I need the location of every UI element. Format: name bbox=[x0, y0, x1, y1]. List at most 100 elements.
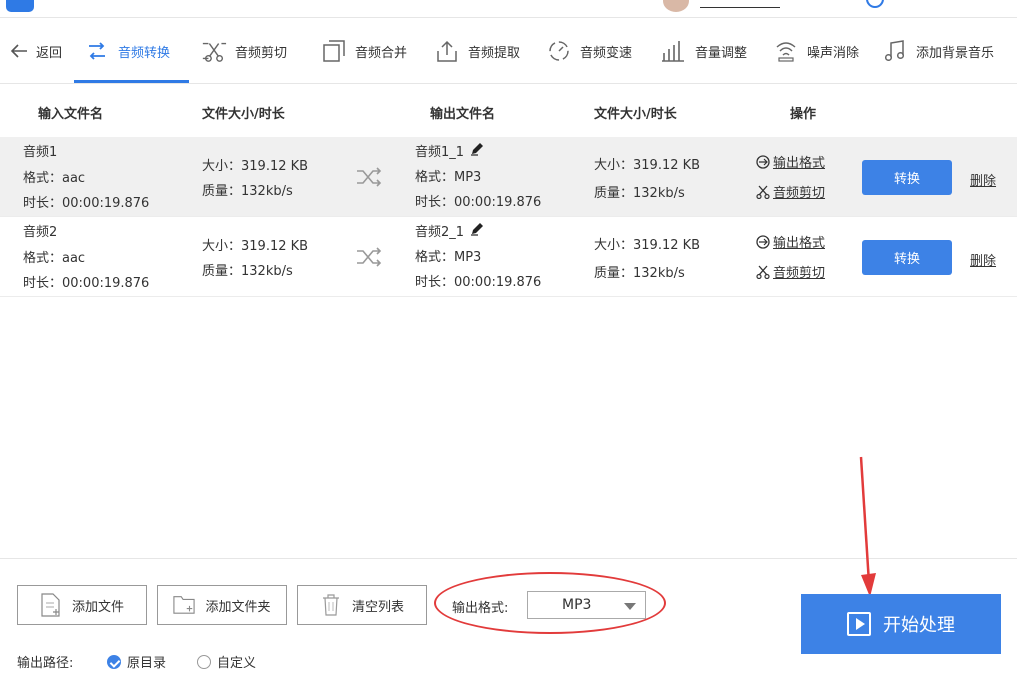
active-tab-indicator bbox=[74, 80, 189, 83]
output-path-label: 输出路径: bbox=[17, 656, 74, 671]
column-header-size-out: 文件大小/时长 bbox=[594, 107, 677, 122]
radio-checked-icon bbox=[107, 654, 121, 669]
format-icon bbox=[756, 234, 770, 249]
tab-label: 音频剪切 bbox=[235, 45, 288, 61]
function-toolbar: 返回 音频转换 音频剪切 音频合并 音频提取 音频变速 音量调整 噪声消除 添加… bbox=[0, 18, 1017, 84]
format-icon bbox=[756, 154, 770, 169]
tab-label: 添加背景音乐 bbox=[916, 45, 995, 61]
convert-arrows-icon bbox=[84, 38, 110, 64]
input-file-name: 音频1 bbox=[23, 145, 58, 160]
start-processing-button[interactable]: 开始处理 bbox=[801, 594, 1001, 654]
help-icon[interactable] bbox=[866, 0, 884, 8]
tab-audio-merge[interactable]: 音频合并 bbox=[321, 18, 407, 84]
input-file-name: 音频2 bbox=[23, 225, 58, 240]
table-row[interactable]: 音频1 格式：aac 时长：00:00:19.876 大小：319.12 KB … bbox=[0, 137, 1017, 217]
clear-list-button[interactable]: 清空列表 bbox=[297, 585, 427, 625]
tab-label: 音频合并 bbox=[355, 45, 408, 61]
radio-custom-label: 自定义 bbox=[217, 656, 257, 671]
add-folder-button[interactable]: 添加文件夹 bbox=[157, 585, 287, 625]
merge-icon bbox=[321, 38, 347, 64]
input-quality: 质量：132kb/s bbox=[202, 264, 293, 279]
arrow-left-icon bbox=[10, 38, 28, 64]
output-file-name[interactable]: 音频2_1 bbox=[415, 220, 484, 245]
output-format-link[interactable]: 输出格式 bbox=[756, 152, 825, 171]
input-size: 大小：319.12 KB bbox=[202, 239, 309, 254]
pencil-icon[interactable] bbox=[470, 220, 484, 245]
radio-unchecked-icon bbox=[197, 654, 211, 669]
radio-original-directory[interactable]: 原目录 bbox=[107, 652, 166, 671]
add-file-label: 添加文件 bbox=[71, 599, 124, 615]
output-file-name-text: 音频2_1 bbox=[415, 225, 465, 240]
tab-audio-cut[interactable]: 音频剪切 bbox=[201, 18, 287, 84]
column-header-size-in: 文件大小/时长 bbox=[202, 107, 285, 122]
back-label: 返回 bbox=[36, 45, 63, 61]
column-header-actions: 操作 bbox=[790, 107, 817, 122]
audio-cut-link-label: 音频剪切 bbox=[773, 186, 826, 201]
table-header: 输入文件名 文件大小/时长 输出文件名 文件大小/时长 操作 bbox=[0, 86, 1017, 136]
tab-audio-convert[interactable]: 音频转换 bbox=[84, 18, 170, 84]
back-button[interactable]: 返回 bbox=[10, 18, 62, 84]
scissors-icon bbox=[756, 185, 770, 199]
delete-link[interactable]: 删除 bbox=[970, 170, 996, 189]
avatar[interactable] bbox=[663, 0, 689, 12]
user-name[interactable] bbox=[700, 0, 780, 8]
input-duration: 时长：00:00:19.876 bbox=[23, 196, 150, 211]
speed-icon bbox=[546, 38, 572, 64]
tab-label: 音频变速 bbox=[580, 45, 633, 61]
convert-button[interactable]: 转换 bbox=[862, 160, 952, 195]
trash-icon bbox=[320, 593, 342, 617]
tab-audio-speed[interactable]: 音频变速 bbox=[546, 18, 632, 84]
volume-bars-icon bbox=[661, 38, 687, 64]
output-duration: 时长：00:00:19.876 bbox=[415, 275, 542, 290]
noise-icon bbox=[773, 38, 799, 64]
table-row[interactable]: 音频2 格式：aac 时长：00:00:19.876 大小：319.12 KB … bbox=[0, 217, 1017, 297]
tab-label: 噪声消除 bbox=[807, 45, 860, 61]
red-annotation-ellipse bbox=[434, 572, 666, 634]
export-icon bbox=[434, 38, 460, 64]
app-logo bbox=[6, 0, 34, 12]
output-size: 大小：319.12 KB bbox=[594, 158, 701, 173]
add-folder-label: 添加文件夹 bbox=[205, 599, 271, 615]
output-quality: 质量：132kb/s bbox=[594, 186, 685, 201]
tab-volume-adjust[interactable]: 音量调整 bbox=[661, 18, 747, 84]
radio-custom-directory[interactable]: 自定义 bbox=[197, 652, 256, 671]
output-quality: 质量：132kb/s bbox=[594, 266, 685, 281]
audio-cut-link[interactable]: 音频剪切 bbox=[756, 262, 825, 281]
title-bar bbox=[0, 0, 1017, 18]
audio-cut-link-label: 音频剪切 bbox=[773, 266, 826, 281]
tab-label: 音频提取 bbox=[468, 45, 521, 61]
shuffle-icon bbox=[356, 166, 382, 188]
output-format: 格式：MP3 bbox=[415, 250, 482, 265]
column-header-input-name: 输入文件名 bbox=[38, 107, 104, 122]
input-format: 格式：aac bbox=[23, 251, 86, 266]
red-annotation-arrow bbox=[859, 456, 876, 597]
tab-audio-extract[interactable]: 音频提取 bbox=[434, 18, 520, 84]
music-note-icon bbox=[882, 38, 908, 64]
output-size: 大小：319.12 KB bbox=[594, 238, 701, 253]
tab-noise-removal[interactable]: 噪声消除 bbox=[773, 18, 859, 84]
tab-label: 音量调整 bbox=[695, 45, 748, 61]
shuffle-icon bbox=[356, 246, 382, 268]
tab-add-bgm[interactable]: 添加背景音乐 bbox=[882, 18, 994, 84]
output-file-name-text: 音频1_1 bbox=[415, 145, 465, 160]
input-duration: 时长：00:00:19.876 bbox=[23, 276, 150, 291]
output-format: 格式：MP3 bbox=[415, 170, 482, 185]
input-format: 格式：aac bbox=[23, 171, 86, 186]
output-file-name[interactable]: 音频1_1 bbox=[415, 140, 484, 165]
clear-list-label: 清空列表 bbox=[351, 599, 404, 615]
output-format-link-label: 输出格式 bbox=[773, 156, 826, 171]
output-duration: 时长：00:00:19.876 bbox=[415, 195, 542, 210]
scissors-icon bbox=[201, 38, 227, 64]
play-icon bbox=[847, 612, 871, 636]
tab-label: 音频转换 bbox=[118, 45, 171, 61]
add-file-button[interactable]: 添加文件 bbox=[17, 585, 147, 625]
convert-button[interactable]: 转换 bbox=[862, 240, 952, 275]
audio-cut-link[interactable]: 音频剪切 bbox=[756, 182, 825, 201]
add-file-icon bbox=[40, 593, 62, 617]
delete-link[interactable]: 删除 bbox=[970, 250, 996, 269]
output-format-link[interactable]: 输出格式 bbox=[756, 232, 825, 251]
input-quality: 质量：132kb/s bbox=[202, 184, 293, 199]
pencil-icon[interactable] bbox=[470, 140, 484, 165]
column-header-output-name: 输出文件名 bbox=[430, 107, 496, 122]
input-size: 大小：319.12 KB bbox=[202, 159, 309, 174]
